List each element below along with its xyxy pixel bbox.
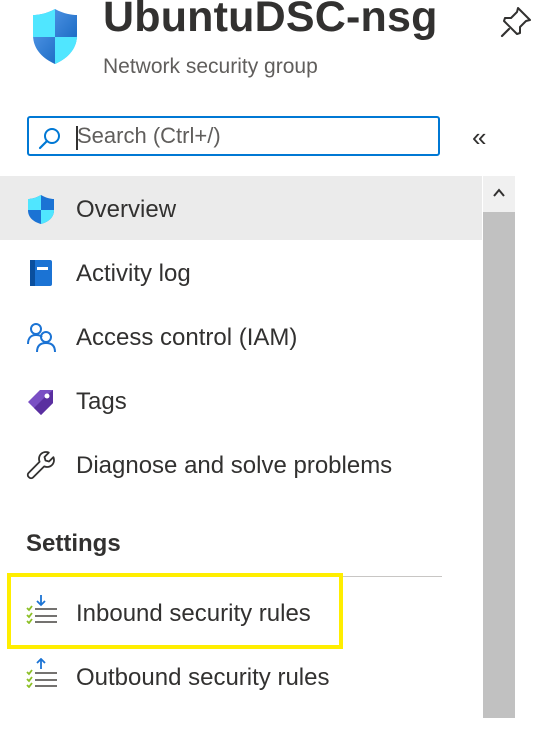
menu-item-label: Activity log: [76, 260, 191, 287]
search-box[interactable]: [27, 116, 440, 156]
menu-item-label: Diagnose and solve problems: [76, 452, 393, 479]
highlight-box: [7, 573, 343, 649]
menu-item-overview[interactable]: Overview: [0, 176, 482, 240]
tag-icon: [28, 390, 53, 415]
menu-item-outbound-security-rules[interactable]: Outbound security rules: [0, 644, 482, 704]
page-subtitle: Network security group: [103, 55, 318, 78]
resource-menu: Overview Activity log Access control (IA…: [0, 176, 482, 496]
shield-icon: [28, 195, 54, 224]
menu-item-tags[interactable]: Tags: [0, 368, 482, 432]
activity-log-icon: [30, 260, 52, 286]
menu-item-diagnose[interactable]: Diagnose and solve problems: [0, 432, 482, 496]
search-input[interactable]: [77, 121, 427, 151]
wrench-icon: [26, 451, 55, 480]
menu-item-access-control[interactable]: Access control (IAM): [0, 304, 482, 368]
resource-header: UbuntuDSC-nsg Network security group: [0, 0, 535, 100]
menu-item-label: Access control (IAM): [76, 324, 298, 351]
scroll-up-arrow-icon[interactable]: [483, 176, 515, 210]
section-heading-settings: Settings: [26, 530, 121, 557]
pin-icon[interactable]: [498, 4, 534, 40]
menu-scrollbar[interactable]: [483, 176, 515, 718]
menu-item-label: Overview: [76, 196, 177, 223]
menu-item-activity-log[interactable]: Activity log: [0, 240, 482, 304]
outbound-rules-icon: [26, 658, 57, 688]
menu-item-label: Tags: [76, 388, 127, 415]
text-cursor: [76, 126, 78, 150]
scrollbar-thumb[interactable]: [483, 212, 515, 718]
page-title: UbuntuDSC-nsg: [103, 0, 438, 41]
collapse-menu-button[interactable]: «: [472, 124, 498, 150]
menu-item-label: Outbound security rules: [76, 664, 330, 691]
people-icon: [27, 323, 56, 352]
nsg-shield-icon: [33, 9, 77, 64]
search-icon: [38, 128, 60, 150]
